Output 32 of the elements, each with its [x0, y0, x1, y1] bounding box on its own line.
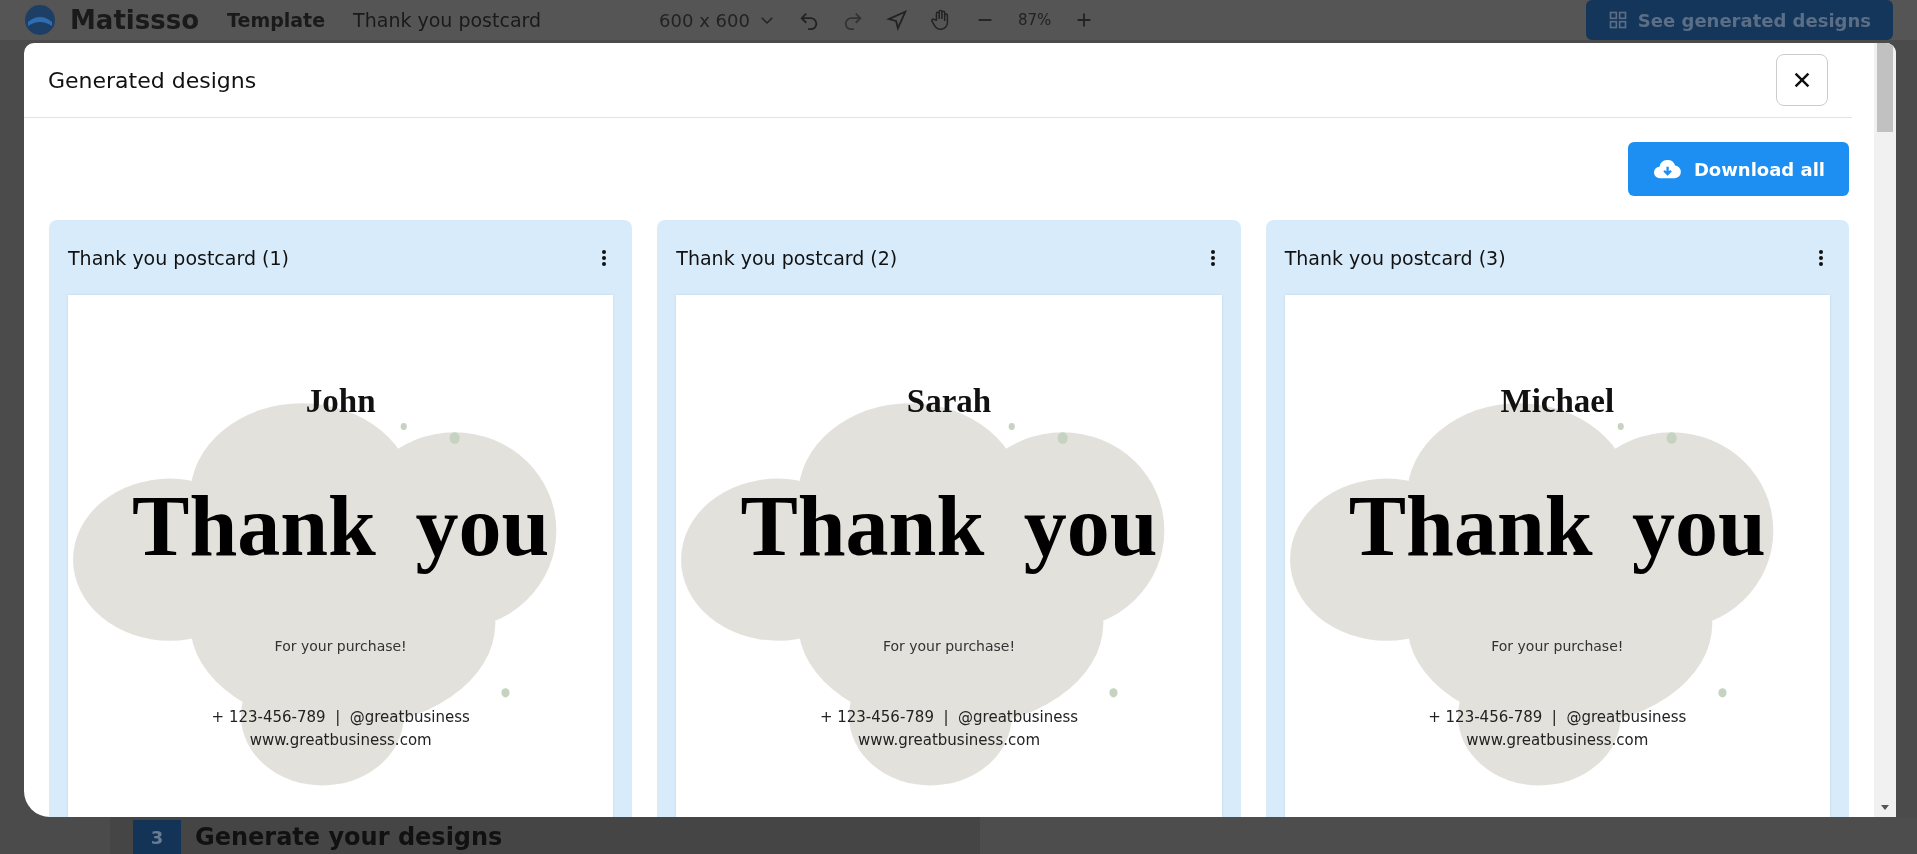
kebab-icon: [1818, 248, 1824, 267]
pointer-icon[interactable]: [885, 9, 908, 31]
contact-line: + 123-456-789 | @greatbusiness: [211, 708, 470, 726]
design-title: Thank you postcard (1): [68, 246, 289, 269]
logo-icon: [24, 4, 56, 36]
website-text: www.greatbusiness.com: [1466, 731, 1649, 749]
postcard-tagline: For your purchase!: [274, 638, 407, 654]
kebab-icon: [601, 248, 608, 267]
postcard-headline: Thank you: [132, 477, 550, 576]
design-title: Thank you postcard (2): [676, 246, 898, 269]
contact-line: + 123-456-789 | @greatbusiness: [1428, 708, 1687, 726]
breadcrumb-item[interactable]: Thank you postcard: [353, 9, 542, 31]
download-all-button[interactable]: Download all: [1627, 142, 1849, 196]
app-logo-text: Matissso: [70, 5, 200, 35]
recipient-name: John: [305, 383, 376, 420]
step-number: 3: [133, 820, 181, 854]
postcard-headline: Thank you: [740, 477, 1158, 576]
design-title: Thank you postcard (3): [1284, 246, 1506, 269]
contact-line: + 123-456-789 | @greatbusiness: [819, 708, 1079, 726]
postcard-tagline: For your purchase!: [1491, 638, 1624, 654]
kebab-icon: [1209, 248, 1216, 267]
recipient-name: Michael: [1500, 383, 1615, 420]
close-button[interactable]: [1776, 54, 1828, 106]
website-text: www.greatbusiness.com: [249, 731, 432, 749]
see-generated-designs-button[interactable]: See generated designs: [1585, 0, 1893, 40]
website-text: www.greatbusiness.com: [857, 731, 1040, 749]
modal-title: Generated designs: [48, 67, 257, 93]
postcard-headline: Thank you: [1348, 477, 1766, 576]
postcard-tagline: For your purchase!: [882, 638, 1016, 654]
grid-icon: [1607, 10, 1628, 30]
breadcrumb-item[interactable]: Template: [227, 9, 326, 31]
recipient-name: Sarah: [906, 383, 992, 420]
